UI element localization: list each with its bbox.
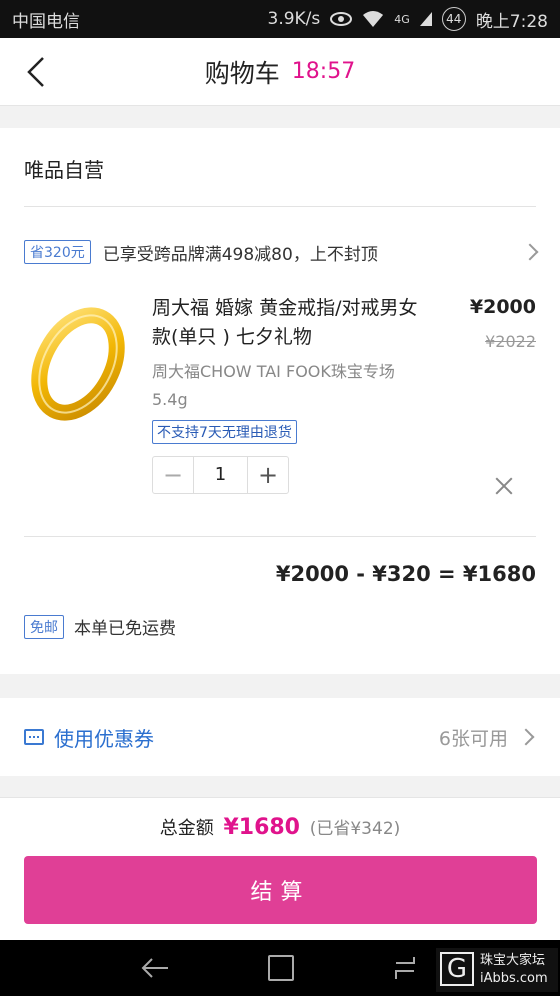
free-shipping-tag: 免邮 [24, 614, 64, 639]
promo-text: 已享受跨品牌满498减80，上不封顶 [102, 244, 378, 265]
signal-icon [419, 12, 432, 26]
back-button[interactable] [18, 54, 54, 90]
clock: 晚上7:28 [475, 11, 548, 32]
increase-button[interactable]: + [248, 457, 288, 493]
countdown-timer: 18:57 [291, 59, 356, 84]
return-policy-badge: 不支持7天无理由退货 [152, 420, 297, 444]
page-header: 购物车 18:57 [0, 38, 560, 106]
carrier-name: 中国电信 [12, 11, 80, 32]
quantity-value[interactable]: 1 [193, 457, 248, 493]
total-line: 总金额 ¥1680 (已省¥342) [0, 814, 560, 840]
page-title: 购物车 [204, 58, 280, 88]
shop-name: 周大福CHOW TAI FOOK珠宝专场 [152, 362, 395, 381]
promo-tag: 省320元 [24, 240, 91, 264]
product-price: ¥2000 [469, 296, 536, 318]
shipping-row: 免邮 本单已免运费 [24, 614, 176, 639]
store-name: 唯品自营 [24, 158, 104, 182]
wifi-icon [363, 11, 384, 27]
battery-icon: 44 [441, 7, 466, 31]
remove-item-button[interactable] [492, 474, 516, 498]
watermark-letter: G [440, 952, 474, 986]
coupon-label: 使用优惠券 [54, 726, 154, 751]
eye-icon [330, 12, 353, 26]
watermark-line1: 珠宝大家坛 [480, 953, 546, 968]
status-bar: 中国电信 3.9K/s 4G 44 晚上7:28 [0, 0, 560, 38]
watermark-line2: iAbbs.com [480, 971, 548, 986]
ticket-icon [24, 729, 44, 745]
coupon-row[interactable]: 使用优惠券 6张可用 [0, 698, 560, 776]
chevron-left-icon [27, 57, 44, 87]
quantity-stepper: − 1 + [152, 456, 289, 494]
chevron-right-icon [517, 728, 535, 746]
network-type: 4G [394, 12, 410, 26]
price-calculation: ¥2000 - ¥320 = ¥1680 [275, 562, 536, 586]
product-image[interactable] [28, 306, 128, 426]
network-speed: 3.9K/s [267, 9, 321, 29]
promo-row[interactable]: 省320元 已享受跨品牌满498减80，上不封顶 [24, 232, 540, 272]
coupon-count: 6张可用 [438, 727, 508, 750]
cart-store-card: 唯品自营 省320元 已享受跨品牌满498减80，上不封顶 周大福 婚嫁 黄金戒… [0, 128, 560, 674]
product-name[interactable]: 周大福 婚嫁 黄金戒指/对戒男女款(单只 ) 七夕礼物 [152, 294, 432, 352]
chevron-right-icon [521, 243, 539, 261]
checkout-bar: 总金额 ¥1680 (已省¥342) 结算 [0, 797, 560, 940]
nav-back-icon[interactable] [140, 956, 170, 980]
nav-recent-icon[interactable] [392, 955, 418, 981]
total-label: 总金额 [159, 818, 214, 839]
status-right: 3.9K/s 4G 44 晚上7:28 [267, 7, 548, 32]
shipping-text: 本单已免运费 [74, 619, 176, 639]
decrease-button[interactable]: − [153, 457, 193, 493]
checkout-button[interactable]: 结算 [24, 856, 537, 924]
watermark-logo: G 珠宝大家坛 iAbbs.com [436, 948, 558, 992]
original-price: ¥2022 [485, 332, 536, 351]
divider [24, 206, 536, 207]
saved-amount: (已省¥342) [309, 819, 401, 839]
nav-home-icon[interactable] [268, 955, 294, 981]
total-amount: ¥1680 [223, 815, 300, 840]
product-weight: 5.4g [152, 390, 188, 409]
divider [24, 536, 536, 537]
